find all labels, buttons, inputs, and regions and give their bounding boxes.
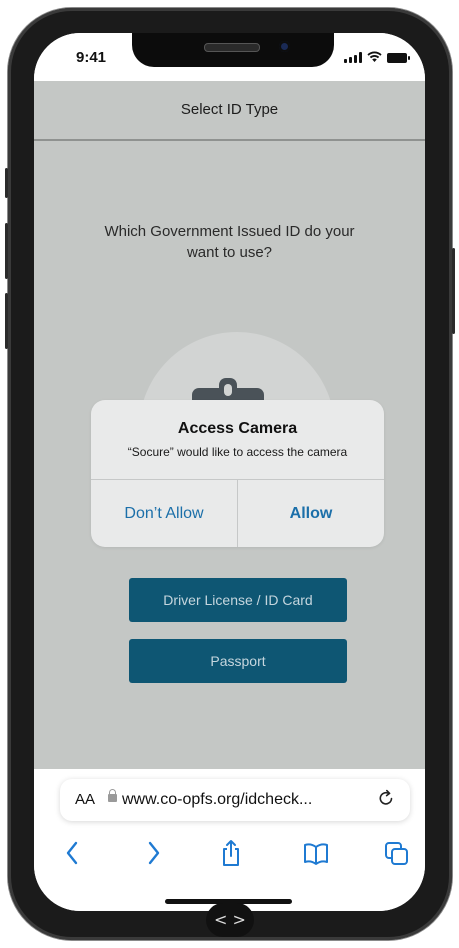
status-time: 9:41 [76,49,107,66]
cellular-signal-icon [344,52,362,63]
front-camera-icon [279,41,290,52]
status-icons [344,51,410,63]
web-content: Select ID Type Which Government Issued I… [34,81,425,769]
forward-icon[interactable] [146,839,162,872]
browser-toolbar [34,835,425,875]
power-button [452,248,455,334]
id-question: Which Government Issued ID do your want … [104,223,355,261]
allow-button[interactable]: Allow [238,480,384,547]
reload-icon[interactable] [376,788,396,814]
phone-screen: 9:41 Select ID Type Which Government Iss… [34,33,425,911]
page-title: Select ID Type [180,101,279,118]
page-nav-control[interactable]: < > [206,903,254,937]
alert-title: Access Camera [177,420,298,437]
passport-button[interactable]: Passport [129,639,347,683]
text-size-button[interactable]: AA [75,791,95,808]
url-text[interactable]: www.co-opfs.org/idcheck... [122,791,312,809]
browser-bar: AA www.co-opfs.org/idcheck... [34,769,425,911]
volume-up-button [5,223,8,279]
battery-icon [387,53,410,63]
notch [132,33,334,67]
mute-switch [5,168,8,198]
lock-icon [108,789,117,802]
share-icon[interactable] [220,839,242,872]
volume-down-button [5,293,8,349]
wifi-icon [367,51,382,63]
speaker-grille [204,43,260,52]
alert-message: “Socure” would like to access the camera [127,445,348,459]
dont-allow-button[interactable]: Don’t Allow [91,480,237,547]
back-icon[interactable] [64,839,80,872]
bookmarks-icon[interactable] [302,839,330,872]
address-bar[interactable]: AA www.co-opfs.org/idcheck... [60,779,410,821]
status-bar: 9:41 [34,33,425,81]
driver-license-button[interactable]: Driver License / ID Card [129,578,347,622]
camera-permission-alert: Access Camera “Socure” would like to acc… [91,400,384,547]
tabs-icon[interactable] [384,839,410,872]
page-header: Select ID Type [34,81,425,141]
